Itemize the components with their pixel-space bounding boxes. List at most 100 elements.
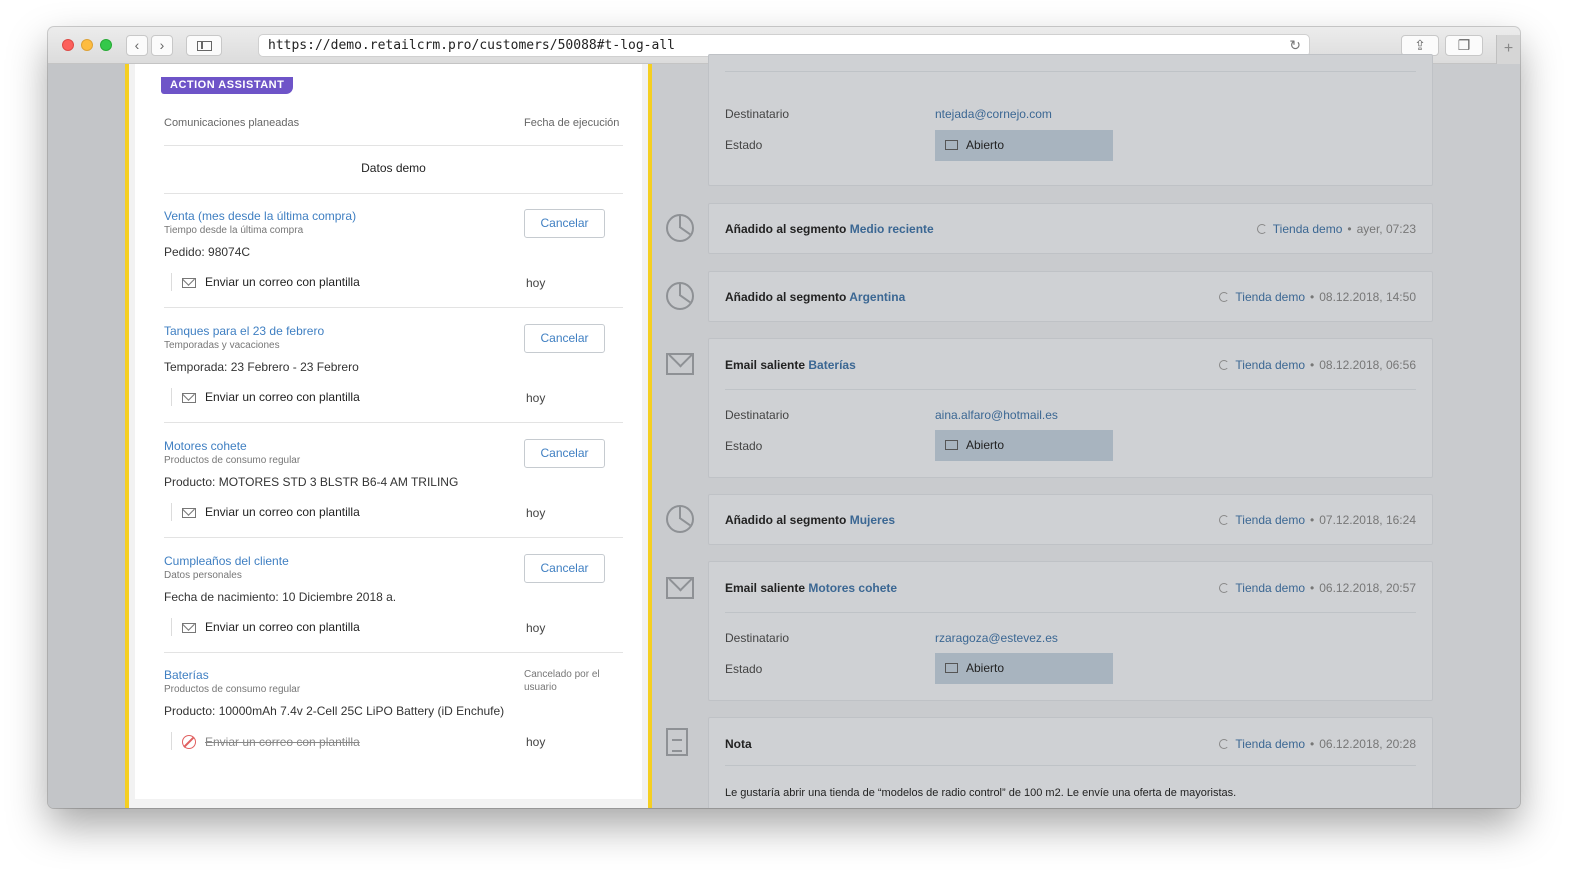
event-date: 06.12.2018, 20:57: [1319, 581, 1416, 595]
page-content: ACTION ASSISTANT Comunicaciones planeada…: [48, 54, 1520, 808]
mail-icon: [945, 440, 958, 450]
event-meta: Tienda demo • 06.12.2018, 20:28: [1219, 737, 1416, 751]
communication-title[interactable]: Motores cohete: [164, 439, 247, 453]
store-link[interactable]: Tienda demo: [1235, 290, 1305, 304]
outgoing-email-icon: [666, 353, 694, 375]
state-label: Estado: [725, 439, 763, 453]
tabs-overview-button[interactable]: ❐: [1445, 35, 1483, 56]
action-row: [171, 503, 182, 521]
status-badge: Abierto: [935, 653, 1113, 684]
status-badge: Abierto: [935, 130, 1113, 161]
forward-button[interactable]: ›: [151, 35, 173, 56]
event-title: Añadido al segmento Mujeres: [725, 513, 896, 527]
planned-communications-header: Comunicaciones planeadas: [164, 117, 300, 129]
segment-link[interactable]: Medio reciente: [850, 222, 934, 236]
timeline-card-email: Email saliente Motores cohete Tienda dem…: [708, 561, 1433, 701]
action-label: Enviar un correo con plantilla: [205, 505, 360, 519]
communication-subtitle: Productos de consumo regular: [164, 684, 301, 695]
action-assistant-card: ACTION ASSISTANT Comunicaciones planeada…: [135, 64, 642, 799]
store-link[interactable]: Tienda demo: [1235, 581, 1305, 595]
event-meta: Tienda demo • 07.12.2018, 16:24: [1219, 513, 1416, 527]
communication-title[interactable]: Cumpleaños del cliente: [164, 554, 289, 568]
communication-title[interactable]: Venta (mes desde la última compra): [164, 209, 356, 223]
event-meta: Tienda demo • 06.12.2018, 20:57: [1219, 581, 1416, 595]
event-date: 06.12.2018, 20:28: [1319, 737, 1416, 751]
new-tab-button[interactable]: +: [1496, 35, 1520, 64]
page-left-margin: [48, 64, 125, 808]
segment-link[interactable]: Argentina: [849, 290, 905, 304]
cancel-button[interactable]: Cancelar: [524, 209, 605, 238]
event-title: Email saliente Motores cohete: [725, 581, 898, 595]
event-meta: Tienda demo • 08.12.2018, 14:50: [1219, 290, 1416, 304]
communication-detail: Temporada: 23 Febrero - 23 Febrero: [164, 360, 359, 374]
recipient-label: Destinatario: [725, 107, 790, 121]
cancel-button[interactable]: Cancelar: [524, 324, 605, 353]
email-link[interactable]: Motores cohete: [808, 581, 897, 595]
state-label: Estado: [725, 662, 763, 676]
minimize-window-button[interactable]: [81, 39, 93, 51]
communication-detail: Fecha de nacimiento: 10 Diciembre 2018 a…: [164, 590, 397, 604]
event-date: 08.12.2018, 06:56: [1319, 358, 1416, 372]
store-icon: [1256, 224, 1267, 234]
divider: [164, 145, 623, 146]
store-link[interactable]: Tienda demo: [1235, 358, 1305, 372]
store-link[interactable]: Tienda demo: [1235, 513, 1305, 527]
timeline-card-segment: Añadido al segmento Medio reciente Tiend…: [708, 203, 1433, 254]
execution-date: hoy: [526, 391, 546, 405]
communication-title[interactable]: Tanques para el 23 de febrero: [164, 324, 324, 338]
communication-detail: Producto: MOTORES STD 3 BLSTR B6-4 AM TR…: [164, 475, 459, 489]
action-label: Enviar un correo con plantilla: [205, 620, 360, 634]
reload-icon[interactable]: ↻: [1289, 37, 1301, 54]
execution-date: hoy: [526, 621, 546, 635]
store-icon: [1219, 360, 1230, 370]
event-meta: Tienda demo • 08.12.2018, 06:56: [1219, 358, 1416, 372]
zoom-window-button[interactable]: [100, 39, 112, 51]
execution-date-header: Fecha de ejecución: [524, 117, 620, 129]
recipient-label: Destinatario: [725, 408, 790, 422]
mail-icon: [182, 508, 196, 518]
execution-date: hoy: [526, 735, 546, 749]
action-label: Enviar un correo con plantilla: [205, 275, 360, 289]
event-title: Añadido al segmento Medio reciente: [725, 222, 934, 236]
communication-subtitle: Datos personales: [164, 570, 242, 581]
close-window-button[interactable]: [62, 39, 74, 51]
mail-icon: [182, 623, 196, 633]
outgoing-email-icon: [666, 577, 694, 599]
browser-window: ‹ › https://demo.retailcrm.pro/customers…: [48, 27, 1520, 808]
store-link[interactable]: Tienda demo: [1235, 737, 1305, 751]
recipient-email-link[interactable]: rzaragoza@estevez.es: [935, 631, 1058, 645]
divider: [725, 389, 1416, 390]
chevron-right-icon: ›: [159, 37, 165, 53]
divider: [164, 422, 623, 423]
recipient-email-link[interactable]: aina.alfaro@hotmail.es: [935, 408, 1058, 422]
sidebar-toggle-button[interactable]: [186, 35, 222, 56]
timeline-card-email: Destinatario ntejada@cornejo.com Abierto…: [708, 54, 1433, 186]
segment-pie-icon: [666, 282, 694, 310]
communication-subtitle: Tiempo desde la última compra: [164, 225, 304, 236]
timeline-card-note: Nota Tienda demo • 06.12.2018, 20:28 Le gu…: [708, 717, 1433, 808]
recipient-email-link[interactable]: ntejada@cornejo.com: [935, 107, 1052, 121]
divider: [164, 307, 623, 308]
sidebar-icon: [197, 41, 212, 51]
divider: [725, 71, 1416, 72]
segment-link[interactable]: Mujeres: [850, 513, 895, 527]
event-date: ayer, 07:23: [1356, 222, 1416, 236]
email-link[interactable]: Baterías: [808, 358, 855, 372]
share-button[interactable]: ⇪: [1401, 35, 1439, 56]
store-link[interactable]: Tienda demo: [1273, 222, 1343, 236]
mail-icon: [182, 278, 196, 288]
cancel-button[interactable]: Cancelar: [524, 439, 605, 468]
event-title: Añadido al segmento Argentina: [725, 290, 906, 304]
cancel-button[interactable]: Cancelar: [524, 554, 605, 583]
back-button[interactable]: ‹: [126, 35, 148, 56]
demo-data-label: Datos demo: [361, 161, 426, 175]
communication-detail: Producto: 10000mAh 7.4v 2-Cell 25C LiPO …: [164, 704, 505, 718]
action-label: Enviar un correo con plantilla: [205, 735, 360, 749]
action-row: [171, 618, 182, 636]
action-assistant-badge: ACTION ASSISTANT: [161, 77, 294, 94]
mail-icon: [182, 393, 196, 403]
store-icon: [1219, 292, 1230, 302]
timeline-card-segment: Añadido al segmento Mujeres Tienda demo •…: [708, 494, 1433, 545]
event-meta: Tienda demo • ayer, 07:23: [1256, 222, 1416, 236]
communication-title[interactable]: Baterías: [164, 668, 209, 682]
